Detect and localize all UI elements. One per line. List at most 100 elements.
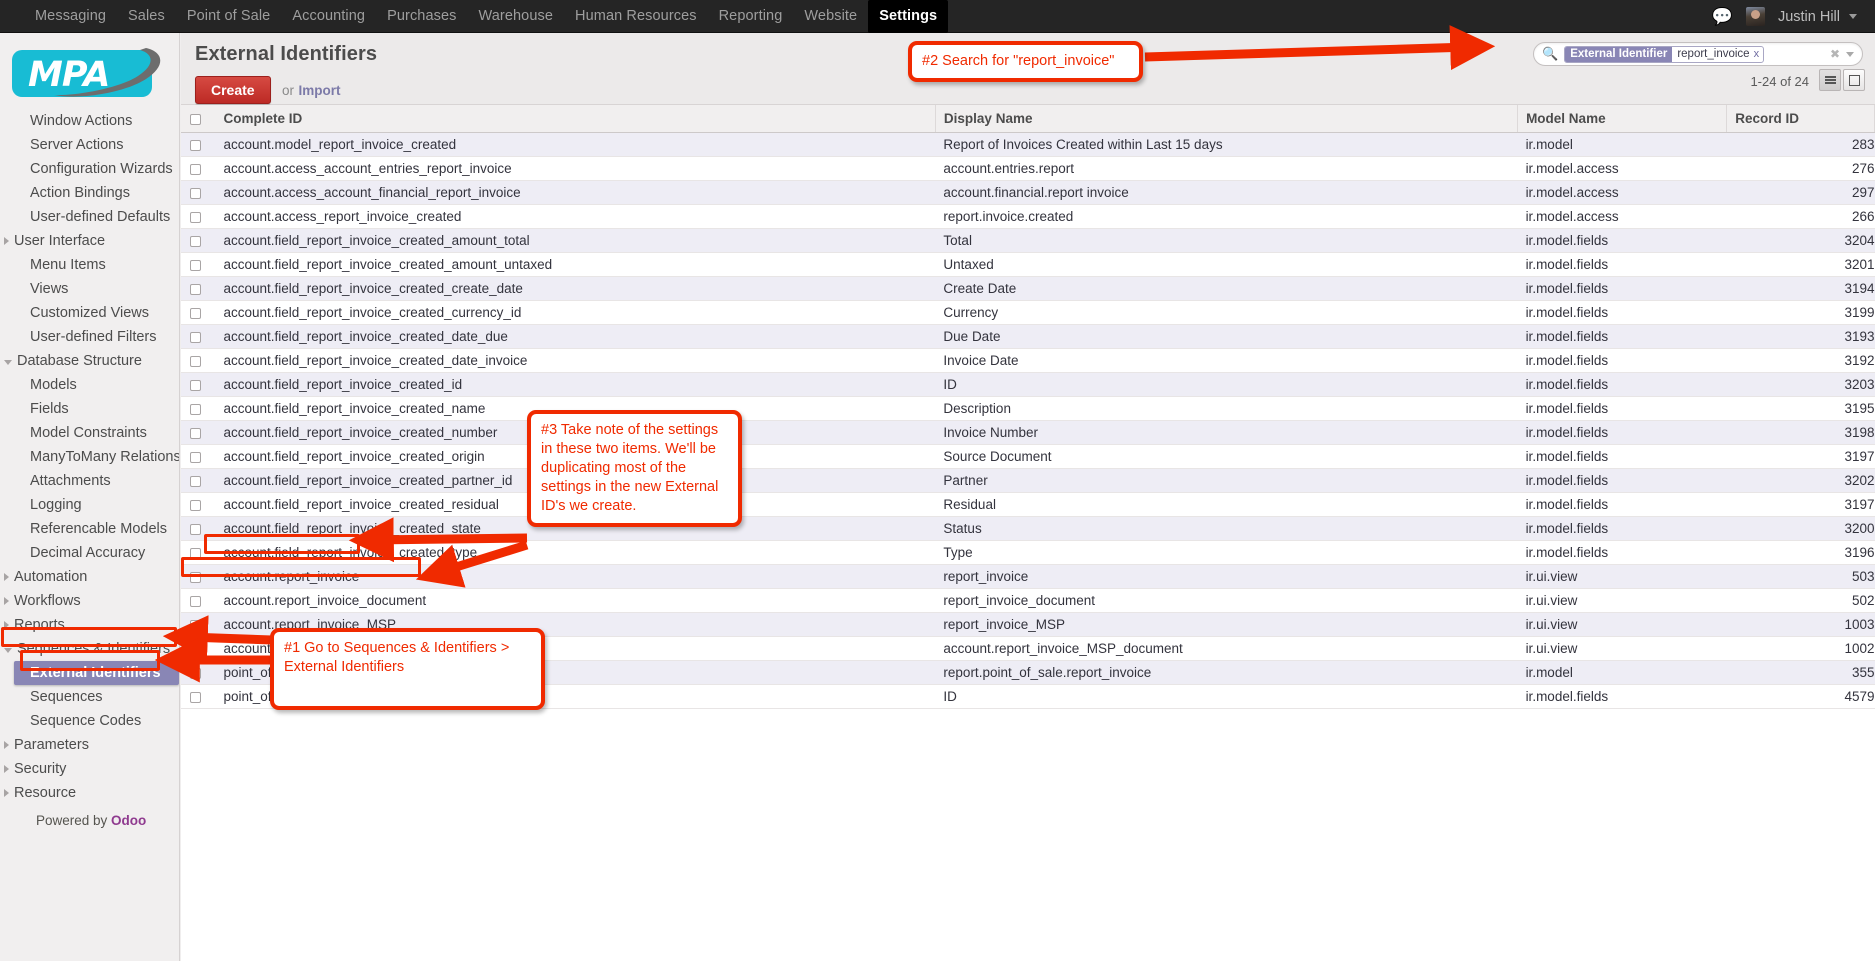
user-name-label[interactable]: Justin Hill <box>1778 9 1840 25</box>
row-checkbox[interactable] <box>190 619 201 631</box>
row-checkbox[interactable] <box>190 475 201 487</box>
row-checkbox[interactable] <box>190 667 201 679</box>
sidebar-item-fields[interactable]: Fields <box>0 397 179 421</box>
row-checkbox[interactable] <box>190 283 201 295</box>
sidebar-item-customized-views[interactable]: Customized Views <box>0 301 179 325</box>
sidebar-group-security[interactable]: Security <box>0 757 179 781</box>
sidebar-item-configuration-wizards[interactable]: Configuration Wizards <box>0 157 179 181</box>
select-all-checkbox[interactable] <box>190 113 201 125</box>
top-menu-item-purchases[interactable]: Purchases <box>376 0 467 33</box>
sidebar-group-database-structure[interactable]: Database Structure <box>0 349 179 373</box>
table-row[interactable]: account.access_account_entries_report_in… <box>181 156 1875 181</box>
top-menu-item-sales[interactable]: Sales <box>117 0 176 33</box>
sidebar-item-manytomany-relations[interactable]: ManyToMany Relations <box>0 445 179 469</box>
column-header-complete-id[interactable]: Complete ID <box>215 105 936 133</box>
sidebar-group-parameters[interactable]: Parameters <box>0 733 179 757</box>
create-button[interactable]: Create <box>195 76 271 104</box>
sidebar-item-server-actions[interactable]: Server Actions <box>0 133 179 157</box>
row-checkbox[interactable] <box>190 187 201 199</box>
row-checkbox[interactable] <box>190 499 201 511</box>
sidebar-item-decimal-accuracy[interactable]: Decimal Accuracy <box>0 541 179 565</box>
row-checkbox[interactable] <box>190 307 201 319</box>
row-checkbox[interactable] <box>190 235 201 247</box>
table-row[interactable]: account.access_account_financial_report_… <box>181 180 1875 205</box>
row-checkbox[interactable] <box>190 379 201 391</box>
sidebar-item-menu-items[interactable]: Menu Items <box>0 253 179 277</box>
column-header-display-name[interactable]: Display Name <box>935 105 1519 133</box>
sidebar-item-user-defined-defaults[interactable]: User-defined Defaults <box>0 205 179 229</box>
top-menu-item-human-resources[interactable]: Human Resources <box>564 0 708 33</box>
close-icon[interactable]: x <box>1754 48 1764 60</box>
table-row[interactable]: account.field_report_invoice_created_par… <box>181 468 1875 493</box>
row-checkbox[interactable] <box>190 595 201 607</box>
top-menu-item-accounting[interactable]: Accounting <box>281 0 376 33</box>
table-row[interactable]: account.access_report_invoice_created rep… <box>181 204 1875 229</box>
table-row[interactable]: account.field_report_invoice_created_sta… <box>181 516 1875 541</box>
table-row[interactable]: account.field_report_invoice_created_dat… <box>181 348 1875 373</box>
row-checkbox[interactable] <box>190 163 201 175</box>
table-row[interactable]: account.report_invoice report_invoice ir.u… <box>181 564 1875 589</box>
top-menu-item-website[interactable]: Website <box>793 0 868 33</box>
top-menu-item-reporting[interactable]: Reporting <box>708 0 794 33</box>
table-row[interactable]: account.model_report_invoice_created Repo… <box>181 132 1875 157</box>
row-checkbox[interactable] <box>190 355 201 367</box>
chevron-down-icon[interactable] <box>1846 51 1854 57</box>
table-row[interactable]: account.field_report_invoice_created_cre… <box>181 276 1875 301</box>
sidebar-item-model-constraints[interactable]: Model Constraints <box>0 421 179 445</box>
chevron-down-icon[interactable] <box>1849 14 1857 19</box>
kanban-view-button[interactable] <box>1843 69 1865 91</box>
chat-bubble-icon[interactable]: 💬 <box>1712 8 1733 25</box>
sidebar-group-resource[interactable]: Resource <box>0 781 179 805</box>
row-checkbox[interactable] <box>190 211 201 223</box>
column-header-model-name[interactable]: Model Name <box>1517 105 1728 133</box>
table-row[interactable]: account.field_report_invoice_created_cur… <box>181 300 1875 325</box>
sidebar-group-user-interface[interactable]: User Interface <box>0 229 179 253</box>
row-checkbox[interactable] <box>190 403 201 415</box>
row-checkbox[interactable] <box>190 259 201 271</box>
search-facet[interactable]: External Identifier report_invoice x <box>1564 45 1765 63</box>
top-menu-item-point-of-sale[interactable]: Point of Sale <box>176 0 282 33</box>
avatar[interactable] <box>1745 7 1765 26</box>
list-view-button[interactable] <box>1819 69 1841 91</box>
sidebar-item-referencable-models[interactable]: Referencable Models <box>0 517 179 541</box>
column-header-record-id[interactable]: Record ID <box>1726 105 1875 133</box>
sidebar-item-action-bindings[interactable]: Action Bindings <box>0 181 179 205</box>
sidebar-item-sequence-codes[interactable]: Sequence Codes <box>0 709 179 733</box>
table-row[interactable]: account.field_report_invoice_created_res… <box>181 492 1875 517</box>
sidebar-group-automation[interactable]: Automation <box>0 565 179 589</box>
row-checkbox[interactable] <box>190 523 201 535</box>
clear-circle-icon[interactable]: ✖ <box>1830 47 1840 61</box>
kanban-icon <box>1848 74 1860 86</box>
sidebar-group-workflows[interactable]: Workflows <box>0 589 179 613</box>
table-row[interactable]: account.field_report_invoice_created_amo… <box>181 252 1875 277</box>
row-checkbox[interactable] <box>190 427 201 439</box>
odoo-brand-link[interactable]: Odoo <box>111 813 146 828</box>
sidebar-item-logging[interactable]: Logging <box>0 493 179 517</box>
top-menu-item-settings[interactable]: Settings <box>868 0 949 33</box>
top-menu-item-warehouse[interactable]: Warehouse <box>468 0 565 33</box>
top-menu-item-messaging[interactable]: Messaging <box>24 0 117 33</box>
sidebar-item-attachments[interactable]: Attachments <box>0 469 179 493</box>
search-input[interactable]: 🔍 External Identifier report_invoice x ✖ <box>1533 42 1863 66</box>
table-body: account.model_report_invoice_created Repo… <box>181 132 1875 709</box>
row-checkbox[interactable] <box>190 691 201 703</box>
row-checkbox[interactable] <box>190 643 201 655</box>
row-checkbox[interactable] <box>190 139 201 151</box>
row-checkbox[interactable] <box>190 451 201 463</box>
table-row[interactable]: account.field_report_invoice_created_amo… <box>181 228 1875 253</box>
table-row[interactable]: account.field_report_invoice_created_dat… <box>181 324 1875 349</box>
sidebar-item-user-defined-filters[interactable]: User-defined Filters <box>0 325 179 349</box>
sidebar-item-sequences[interactable]: Sequences <box>0 685 179 709</box>
table-row[interactable]: account.field_report_invoice_created_typ… <box>181 540 1875 565</box>
table-row[interactable]: account.report_invoice_document report_in… <box>181 588 1875 613</box>
table-row[interactable]: account.field_report_invoice_created_ori… <box>181 444 1875 469</box>
table-row[interactable]: account.field_report_invoice_created_num… <box>181 420 1875 445</box>
sidebar-item-models[interactable]: Models <box>0 373 179 397</box>
brand-logo[interactable]: MPA <box>0 33 179 109</box>
sidebar-item-views[interactable]: Views <box>0 277 179 301</box>
table-row[interactable]: account.field_report_invoice_created_nam… <box>181 396 1875 421</box>
table-row[interactable]: account.field_report_invoice_created_id I… <box>181 372 1875 397</box>
row-checkbox[interactable] <box>190 331 201 343</box>
sidebar-item-window-actions[interactable]: Window Actions <box>0 109 179 133</box>
import-link[interactable]: Import <box>299 83 341 98</box>
